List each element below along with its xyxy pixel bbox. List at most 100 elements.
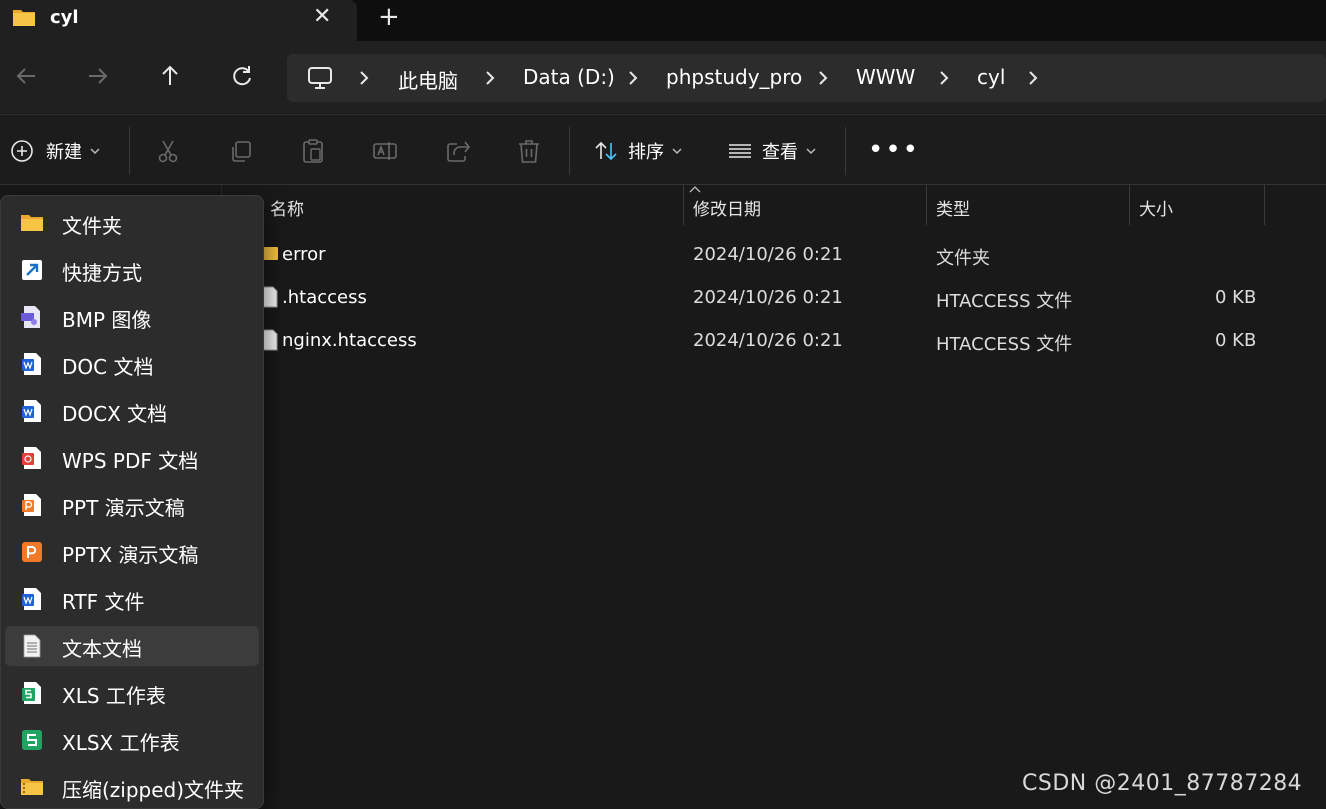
share-button[interactable]	[445, 138, 471, 164]
forward-button[interactable]	[85, 63, 111, 89]
file-icon	[262, 329, 278, 351]
menu-item-text-document[interactable]: 文本文档	[5, 626, 259, 666]
column-name[interactable]: 名称	[270, 195, 304, 220]
refresh-button[interactable]	[229, 63, 255, 89]
scissors-icon	[158, 140, 178, 163]
menu-item-shortcut[interactable]: 快捷方式	[5, 250, 259, 290]
menu-item-zip-folder[interactable]: 压缩(zipped)文件夹	[5, 767, 259, 807]
menu-item-label: XLSX 工作表	[62, 731, 180, 755]
menu-item-docx[interactable]: DOCX 文档	[5, 391, 259, 431]
xls-icon	[22, 682, 41, 704]
breadcrumb-this-pc[interactable]: 此电脑	[398, 65, 458, 94]
pdf-icon	[22, 447, 41, 469]
refresh-icon	[233, 66, 251, 86]
tab-cyl[interactable]: cyl ✕	[0, 0, 357, 41]
ppt-icon	[22, 494, 41, 516]
folder-icon	[262, 247, 278, 260]
column-size[interactable]: 大小	[1139, 195, 1173, 220]
menu-item-wps-pdf[interactable]: WPS PDF 文档	[5, 438, 259, 478]
column-modified[interactable]: 修改日期	[693, 195, 761, 220]
menu-item-doc[interactable]: DOC 文档	[5, 344, 259, 384]
column-divider[interactable]	[926, 185, 927, 225]
cut-button[interactable]	[155, 138, 181, 164]
copy-icon	[232, 141, 251, 162]
column-divider[interactable]	[683, 185, 684, 225]
folder-icon	[13, 10, 35, 26]
new-button[interactable]: 新建	[10, 137, 100, 165]
chevron-right-icon	[819, 71, 828, 85]
chevron-right-icon	[629, 71, 638, 85]
file-type: HTACCESS 文件	[936, 334, 1073, 355]
menu-item-ppt[interactable]: PPT 演示文稿	[5, 485, 259, 525]
folder-icon	[21, 215, 43, 231]
text-document-icon	[23, 634, 41, 658]
file-row-htaccess[interactable]: .htaccess 2024/10/26 0:21 HTACCESS 文件 0 …	[222, 278, 1326, 318]
chevron-right-icon	[940, 71, 949, 85]
address-bar[interactable]: 此电脑 Data (D:) phpstudy_pro WWW cyl	[287, 54, 1326, 102]
menu-item-xlsx[interactable]: XLSX 工作表	[5, 720, 259, 760]
menu-item-label: RTF 文件	[62, 590, 145, 614]
file-size: 0 KB	[1215, 330, 1257, 351]
command-bar: 新建 排序 查看 •••	[0, 114, 1326, 184]
rename-button[interactable]	[372, 138, 398, 164]
view-label: 查看	[762, 142, 798, 163]
breadcrumb-phpstudy-pro[interactable]: phpstudy_pro	[666, 65, 802, 89]
back-button[interactable]	[13, 63, 39, 89]
file-name: .htaccess	[282, 287, 367, 308]
chevron-down-icon	[806, 147, 816, 154]
file-row-error[interactable]: error 2024/10/26 0:21 文件夹	[222, 235, 1326, 275]
toolbar-divider	[569, 127, 570, 175]
toolbar-divider	[845, 127, 846, 175]
menu-item-label: PPTX 演示文稿	[62, 543, 199, 567]
xlsx-icon	[22, 730, 42, 750]
file-name: error	[282, 244, 326, 265]
share-icon	[447, 141, 471, 162]
navigation-bar: 此电脑 Data (D:) phpstudy_pro WWW cyl	[0, 41, 1326, 113]
menu-item-bmp-image[interactable]: BMP 图像	[5, 297, 259, 337]
word-docx-icon	[22, 400, 41, 422]
menu-item-folder[interactable]: 文件夹	[5, 203, 259, 243]
chevron-up-icon	[689, 186, 701, 193]
chevron-right-icon	[486, 71, 495, 85]
close-tab-button[interactable]: ✕	[313, 4, 331, 29]
paste-button[interactable]	[300, 138, 326, 164]
chevron-down-icon	[90, 147, 100, 154]
file-row-nginx-htaccess[interactable]: nginx.htaccess 2024/10/26 0:21 HTACCESS …	[222, 321, 1326, 361]
menu-item-pptx[interactable]: PPTX 演示文稿	[5, 532, 259, 572]
sort-icon	[595, 141, 617, 161]
file-modified: 2024/10/26 0:21	[693, 330, 843, 351]
sort-label: 排序	[628, 142, 664, 163]
breadcrumb-cyl[interactable]: cyl	[977, 65, 1005, 89]
computer-icon	[308, 67, 332, 89]
menu-item-label: 文件夹	[62, 214, 122, 238]
menu-item-label: BMP 图像	[62, 308, 152, 332]
column-divider[interactable]	[1264, 185, 1265, 225]
file-size: 0 KB	[1215, 287, 1257, 308]
file-icon	[262, 286, 278, 308]
more-options-button[interactable]: •••	[868, 135, 920, 165]
breadcrumb-data-d[interactable]: Data (D:)	[523, 65, 615, 89]
view-list-icon	[729, 144, 751, 158]
new-tab-button[interactable]: +	[378, 2, 400, 32]
column-header: 名称 修改日期 类型 大小	[222, 185, 1326, 225]
view-button[interactable]: 查看	[728, 137, 816, 165]
file-type: 文件夹	[936, 248, 990, 269]
chevron-right-icon	[360, 71, 369, 85]
menu-item-label: 文本文档	[62, 637, 142, 661]
toolbar-divider	[129, 127, 130, 175]
sort-button[interactable]: 排序	[594, 137, 682, 165]
breadcrumb-www[interactable]: WWW	[856, 65, 915, 89]
up-button[interactable]	[157, 63, 183, 89]
menu-item-rtf[interactable]: RTF 文件	[5, 579, 259, 619]
title-bar: cyl ✕ +	[0, 0, 1326, 41]
column-type[interactable]: 类型	[936, 195, 970, 220]
menu-item-xls[interactable]: XLS 工作表	[5, 673, 259, 713]
delete-button[interactable]	[516, 138, 542, 164]
plus-circle-icon	[11, 140, 33, 162]
chevron-right-icon[interactable]	[1027, 68, 1039, 88]
arrow-right-icon	[89, 68, 108, 84]
menu-item-label: DOCX 文档	[62, 402, 168, 426]
column-divider[interactable]	[1129, 185, 1130, 225]
copy-button[interactable]	[228, 138, 254, 164]
arrow-left-icon	[16, 68, 35, 84]
